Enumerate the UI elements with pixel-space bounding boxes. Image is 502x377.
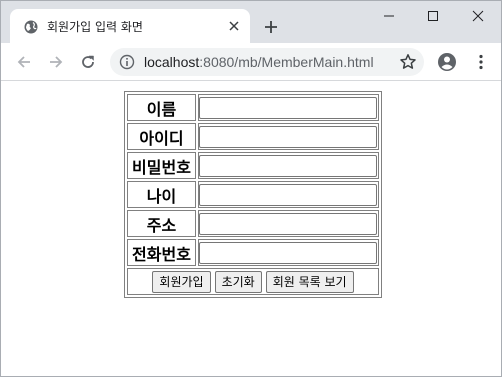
phone-label: 전화번호: [127, 239, 196, 266]
form-row-address: 주소: [127, 210, 379, 237]
star-icon[interactable]: [399, 53, 417, 71]
phone-cell: [198, 239, 379, 266]
name-input[interactable]: [199, 96, 377, 119]
join-button[interactable]: 회원가입: [152, 270, 211, 293]
member-list-button[interactable]: 회원 목록 보기: [265, 270, 354, 293]
url-text: localhost:8080/mb/MemberMain.html: [144, 54, 374, 70]
form-row-password: 비밀번호: [127, 152, 379, 179]
member-form-table: 이름 아이디 비밀번호 나이 주소 전화번호 회원가입 초기화 회원 목록 보기: [124, 91, 382, 298]
form-row-phone: 전화번호: [127, 239, 379, 266]
profile-icon[interactable]: [437, 52, 457, 72]
password-label: 비밀번호: [127, 152, 196, 179]
close-icon[interactable]: [226, 18, 242, 34]
buttons-cell: 회원가입 초기화 회원 목록 보기: [127, 268, 379, 295]
address-input[interactable]: [199, 212, 377, 235]
address-cell: [198, 210, 379, 237]
minimize-icon[interactable]: [367, 1, 411, 31]
back-arrow-icon[interactable]: [12, 50, 36, 74]
url-host: localhost: [144, 54, 200, 70]
address-label: 주소: [127, 210, 196, 237]
form-row-age: 나이: [127, 181, 379, 208]
form-row-id: 아이디: [127, 123, 379, 150]
address-bar[interactable]: localhost:8080/mb/MemberMain.html: [110, 48, 424, 76]
maximize-icon[interactable]: [411, 1, 455, 31]
id-label: 아이디: [127, 123, 196, 150]
password-input[interactable]: [199, 154, 377, 177]
globe-icon: [24, 19, 38, 34]
age-cell: [198, 181, 379, 208]
name-label: 이름: [127, 94, 196, 121]
url-path: :8080/mb/MemberMain.html: [199, 54, 374, 70]
id-input[interactable]: [199, 125, 377, 148]
browser-tab[interactable]: 회원가입 입력 화면: [10, 9, 250, 43]
form-row-buttons: 회원가입 초기화 회원 목록 보기: [127, 268, 379, 295]
reload-icon[interactable]: [76, 50, 100, 74]
form-row-name: 이름: [127, 94, 379, 121]
info-icon[interactable]: [119, 54, 135, 70]
id-cell: [198, 123, 379, 150]
name-cell: [198, 94, 379, 121]
window-close-icon[interactable]: [456, 1, 500, 31]
reset-button[interactable]: 초기화: [214, 270, 262, 293]
password-cell: [198, 152, 379, 179]
age-label: 나이: [127, 181, 196, 208]
tab-title: 회원가입 입력 화면: [47, 20, 143, 34]
plus-icon[interactable]: [259, 15, 283, 39]
page-content: 이름 아이디 비밀번호 나이 주소 전화번호 회원가입 초기화 회원 목록 보기: [1, 82, 501, 376]
phone-input[interactable]: [199, 241, 377, 264]
browser-toolbar: localhost:8080/mb/MemberMain.html: [1, 43, 501, 81]
age-input[interactable]: [199, 183, 377, 206]
forward-arrow-icon[interactable]: [44, 50, 68, 74]
kebab-menu-icon[interactable]: [471, 52, 491, 72]
browser-window: 회원가입 입력 화면 localhost:8080/mb/MemberMain.…: [0, 0, 502, 377]
tab-strip: 회원가입 입력 화면: [1, 1, 501, 43]
